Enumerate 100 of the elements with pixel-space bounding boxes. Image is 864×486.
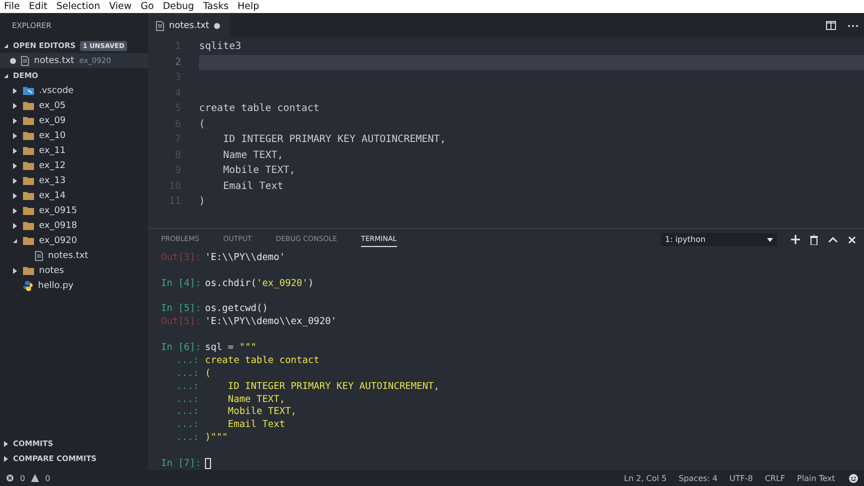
tree-item[interactable]: ex_09 — [0, 113, 148, 128]
folder-icon — [23, 236, 34, 245]
collapsed-chevron-icon — [12, 148, 18, 154]
menu-item[interactable]: Selection — [56, 0, 100, 13]
terminal-text: ( — [205, 368, 211, 379]
terminal-prompt: ...: — [175, 406, 200, 418]
terminal-prompt: Out[5]: — [161, 316, 202, 328]
terminal-prompt: In [4]: — [161, 278, 202, 289]
tree-item[interactable]: notes — [0, 263, 148, 278]
terminal-text: Mobile TEXT, — [226, 406, 297, 418]
split-editor-icon[interactable] — [826, 21, 836, 30]
tree-item[interactable]: ex_05 — [0, 98, 148, 113]
terminal-prompt: In [5]: — [161, 303, 202, 314]
menu-item[interactable]: Go — [140, 0, 154, 13]
collapsed-chevron-icon — [12, 88, 18, 94]
editor-tab[interactable]: notes.txt — [148, 13, 230, 38]
terminal-prompt: In [7]: — [161, 458, 202, 470]
menu-item[interactable]: Edit — [28, 0, 48, 13]
tree-item[interactable]: hello.py — [0, 278, 148, 293]
tree-item[interactable]: ex_10 — [0, 128, 148, 143]
terminal-text: )""" — [205, 432, 228, 444]
close-icon[interactable] — [848, 236, 856, 244]
file-icon — [21, 56, 29, 66]
tree-item[interactable]: ex_13 — [0, 173, 148, 188]
status-item[interactable]: Ln 2, Col 5 — [624, 474, 667, 482]
menu-item[interactable]: File — [4, 0, 20, 13]
terminal-text: sql = """ — [205, 342, 256, 354]
chevron-up-icon[interactable] — [828, 236, 838, 243]
folder-icon — [23, 116, 34, 125]
error-count[interactable]: 0 — [20, 474, 26, 482]
status-item[interactable]: CRLF — [764, 474, 786, 482]
terminal-text: 'E:\\PY\\demo\\ex_0920' — [205, 316, 337, 328]
menu-item[interactable]: Tasks — [203, 0, 229, 13]
code-text: ID INTEGER PRIMARY KEY AUTOINCREMENT, — [222, 134, 446, 146]
terminal-prompt: ...: — [175, 394, 200, 405]
terminal-text: Email Text — [226, 419, 286, 430]
plus-icon[interactable] — [791, 235, 800, 244]
folder-icon — [23, 206, 34, 215]
status-item[interactable]: UTF-8 — [730, 474, 753, 482]
python-icon — [23, 280, 33, 290]
folder-icon — [23, 266, 34, 275]
code-text: Mobile TEXT, — [222, 165, 296, 176]
folder-icon — [23, 176, 34, 185]
status-item[interactable]: Plain Text — [797, 474, 835, 482]
code-text: ) — [199, 196, 206, 208]
terminal-select[interactable]: 1: ipython — [661, 233, 777, 246]
folder-icon — [23, 191, 34, 200]
collapsed-chevron-icon — [12, 102, 18, 108]
collapsed-chevron-icon — [12, 192, 18, 198]
code-text: sqlite3 — [199, 41, 242, 52]
code-text: Email Text — [222, 180, 284, 192]
collapsed-chevron-icon — [12, 118, 18, 124]
expanded-chevron-icon — [12, 238, 18, 244]
menu-item[interactable]: Debug — [162, 0, 194, 13]
collapsed-chevron-icon — [12, 268, 18, 274]
tree-item[interactable]: ex_0915 — [0, 203, 148, 218]
code-text: Name TEXT, — [222, 150, 284, 161]
warning-icon[interactable] — [31, 474, 40, 482]
code-text: create table contact — [199, 103, 320, 114]
terminal-prompt: ...: — [175, 354, 200, 366]
terminal-text: Name TEXT, — [226, 394, 286, 405]
menu-item[interactable]: Help — [238, 0, 260, 13]
tree-item[interactable]: notes.txt — [0, 248, 148, 263]
terminal-prompt: ...: — [175, 380, 200, 392]
warning-count[interactable]: 0 — [45, 474, 50, 482]
terminal-prompt: ...: — [175, 432, 200, 444]
tree-item[interactable]: ex_12 — [0, 158, 148, 173]
file-icon — [35, 250, 43, 260]
tree-item[interactable]: ex_11 — [0, 143, 148, 158]
trash-icon[interactable] — [810, 234, 818, 245]
terminal-text: os.getcwd() — [205, 303, 268, 314]
terminal-text: 'E:\\PY\\demo' — [205, 252, 286, 263]
terminal-text: os.chdir('ex_0920') — [205, 278, 314, 289]
tree-item[interactable]: ex_14 — [0, 188, 148, 203]
collapsed-chevron-icon — [12, 132, 18, 138]
collapsed-chevron-icon — [12, 208, 18, 214]
tree-item[interactable]: ex_0918 — [0, 218, 148, 233]
code-text: ( — [199, 118, 206, 130]
dropdown-caret-icon — [767, 238, 773, 242]
collapsed-chevron-icon — [3, 440, 9, 446]
folder-icon — [23, 131, 34, 140]
status-item[interactable]: Spaces: 4 — [678, 474, 718, 482]
folder-icon — [23, 86, 34, 95]
tree-item[interactable]: ex_0920 — [0, 233, 148, 248]
terminal-text: create table contact — [205, 354, 320, 366]
terminal-text: ID INTEGER PRIMARY KEY AUTOINCREMENT, — [226, 380, 440, 392]
tree-item[interactable]: .vscode — [0, 83, 148, 98]
collapsed-chevron-icon — [12, 162, 18, 168]
terminal-prompt: In [6]: — [161, 342, 202, 354]
terminal-prompt: ...: — [175, 419, 200, 430]
error-icon[interactable] — [6, 474, 14, 482]
expanded-chevron-icon — [3, 42, 9, 48]
collapsed-chevron-icon — [3, 456, 9, 462]
folder-icon — [23, 146, 34, 155]
expanded-chevron-icon — [3, 72, 9, 78]
smiley-icon[interactable] — [849, 474, 858, 482]
folder-icon — [23, 161, 34, 170]
menu-item[interactable]: View — [109, 0, 132, 13]
file-icon — [156, 20, 164, 30]
collapsed-chevron-icon — [12, 178, 18, 184]
